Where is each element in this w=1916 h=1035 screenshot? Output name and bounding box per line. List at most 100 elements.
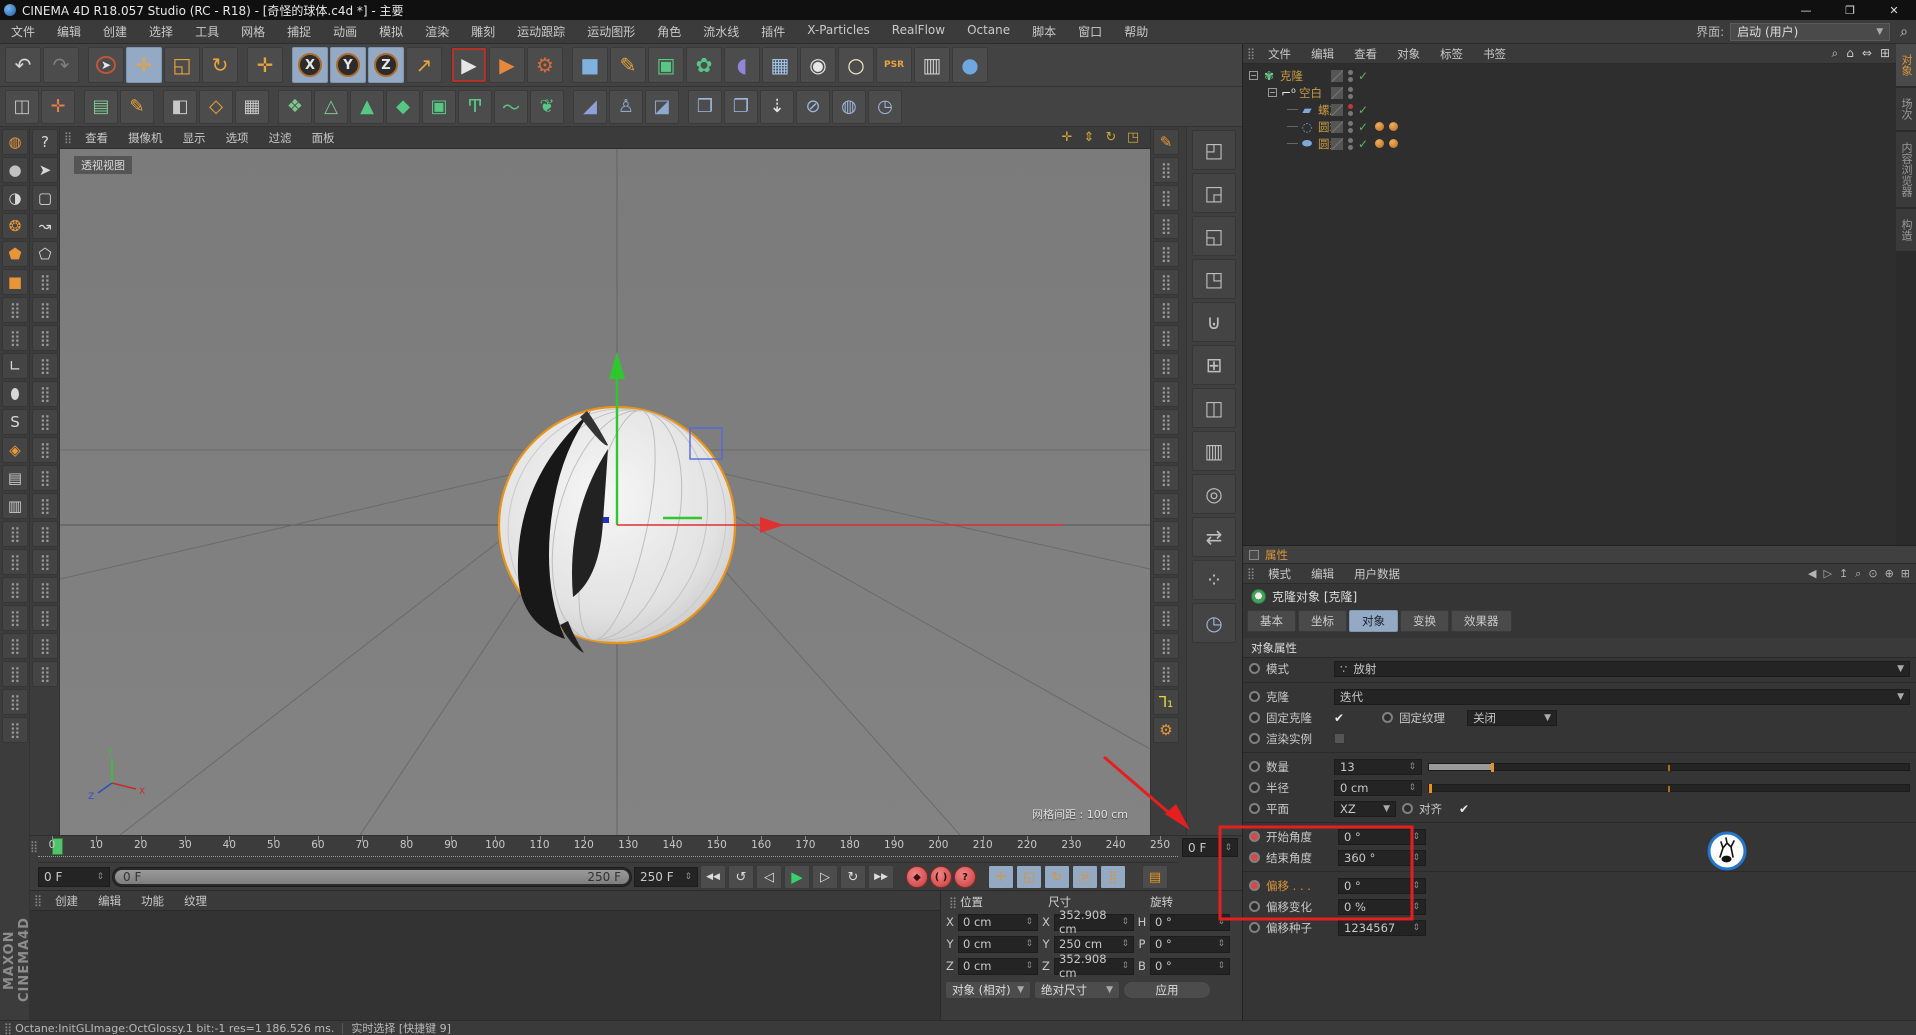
attr-tab-效果器[interactable]: 效果器 [1451,610,1512,632]
modeling-icon-2[interactable]: ✛ [41,89,75,124]
deformer-icon[interactable]: ◖ [724,47,760,83]
clone-anim-dot[interactable] [1249,691,1260,702]
object-row-克隆[interactable]: − ✾ 克隆 ✓ [1243,67,1896,84]
center-icon[interactable]: ◎ [1192,474,1236,514]
vp-maximize-icon[interactable]: ◳ [1124,130,1142,145]
modeling-icon-8[interactable]: ❖ [278,89,312,124]
object-row-圆盘[interactable]: ⬬ 圆盘 ✓ [1243,135,1896,152]
grid-icon-r2[interactable]: ⣿ [1153,185,1179,211]
start-angle-anim-dot[interactable] [1249,831,1260,842]
attr-back-icon[interactable]: ◀ [1808,567,1816,581]
menu-item-2[interactable]: 创建 [92,23,138,40]
pattern-icon-1[interactable]: ▤ [2,465,28,491]
size-y-field[interactable]: 250 cm ⇕ [1054,935,1134,953]
side-tab-1[interactable]: 场次 [1896,88,1916,132]
instance-icon[interactable]: ❐ [724,89,758,124]
apply-button[interactable]: 应用 [1123,981,1211,999]
ruler-frame-field[interactable]: 0 F ⇕ [1182,838,1238,857]
editor-visibility-dot[interactable] [1348,120,1353,126]
om-menu-3[interactable]: 对象 [1387,46,1430,62]
modeling-icon-12[interactable]: ▣ [422,89,456,124]
modeling-icon-15[interactable]: ❦ [530,89,564,124]
vp-rotate-icon[interactable]: ↻ [1102,130,1120,145]
modeling-icon-6[interactable]: ◇ [199,89,233,124]
pattern-icon-2[interactable]: ▥ [2,493,28,519]
menu-item-17[interactable]: RealFlow [881,23,956,40]
radius-anim-dot[interactable] [1249,782,1260,793]
grid-icon-r1[interactable]: ⣿ [1153,157,1179,183]
grid-icon-b3[interactable]: ⣿ [32,325,58,351]
editor-visibility-dot[interactable] [1348,137,1353,143]
grid-icon-a7[interactable]: ⣿ [2,633,28,659]
visibility-dots[interactable] [1348,69,1353,82]
restore-button[interactable]: ❐ [1828,4,1872,17]
menu-item-0[interactable]: 文件 [0,23,46,40]
snap-s-icon[interactable]: S [2,409,28,435]
grid-icon-r6[interactable]: ⣿ [1153,297,1179,323]
grid-icon-a6[interactable]: ⣿ [2,605,28,631]
rot-p-field[interactable]: 0 ° ⇕ [1150,935,1230,953]
grid-icon-r10[interactable]: ⣿ [1153,409,1179,435]
om-swap-icon[interactable]: ⇔ [1862,46,1872,61]
count-slider[interactable] [1428,762,1910,772]
expander-icon[interactable]: − [1249,71,1258,80]
menu-item-7[interactable]: 动画 [322,23,368,40]
modeling-icon-9[interactable]: △ [314,89,348,124]
grid-icon-b12[interactable]: ⣿ [32,577,58,603]
mirror-icon[interactable]: ◫ [1192,388,1236,428]
object-row-圆环[interactable]: ◌ 圆环 ✓ [1243,118,1896,135]
attr-menu-0[interactable]: 模式 [1258,566,1301,582]
axis-cube-icon-3[interactable]: ◱ [1192,216,1236,256]
play-loop-button[interactable]: ↻ [840,865,866,889]
polygon-icon[interactable]: ⬟ [2,241,28,267]
help-icon[interactable]: ? [32,129,58,155]
last-tool-icon[interactable]: ✛ [247,47,283,83]
timer-icon[interactable]: ◷ [868,89,902,124]
render-view-icon[interactable]: ▶ [451,47,487,83]
record-keyframe-button[interactable]: ◆ [906,866,928,888]
menubar-search-icon[interactable]: ⌕ [1896,24,1912,40]
count-anim-dot[interactable] [1249,761,1260,772]
enabled-checkmark-icon[interactable]: ✓ [1358,120,1370,134]
visibility-dots[interactable] [1348,120,1353,133]
modeling-icon-1[interactable]: ◫ [5,89,39,124]
enabled-checkmark-icon[interactable]: ✓ [1358,103,1370,117]
tracer-icon[interactable]: ⊘ [796,89,830,124]
camera-icon[interactable]: ◉ [800,47,836,83]
render-instance-checkbox[interactable] [1334,733,1345,744]
material-menu-0[interactable]: 创建 [45,893,88,909]
record-rotation-button[interactable]: ↻ [1044,865,1070,889]
gear-icon[interactable]: ⚙ [1153,717,1179,743]
grid-icon-r14[interactable]: ⣿ [1153,521,1179,547]
material-menu-1[interactable]: 编辑 [88,893,131,909]
grid-icon-b7[interactable]: ⣿ [32,437,58,463]
grid-icon-r17[interactable]: ⣿ [1153,605,1179,631]
grid-icon-r12[interactable]: ⣿ [1153,465,1179,491]
fix-clone-anim-dot[interactable] [1249,712,1260,723]
cube-icon[interactable]: ■ [2,269,28,295]
close-button[interactable]: ✕ [1872,4,1916,17]
grid-icon-a3[interactable]: ⣿ [2,521,28,547]
attr-up-icon[interactable]: ↥ [1839,567,1848,581]
grid-icon-b8[interactable]: ⣿ [32,465,58,491]
menu-item-16[interactable]: X-Particles [796,23,881,40]
rect-select-icon[interactable]: ▢ [32,185,58,211]
array-icon[interactable]: ❒ [688,89,722,124]
om-menu-0[interactable]: 文件 [1258,46,1301,62]
menu-item-11[interactable]: 运动跟踪 [506,23,576,40]
rotate-tool-icon[interactable]: ↻ [202,47,238,83]
align-checkbox[interactable]: ✔ [1459,802,1469,816]
grid-icon-r9[interactable]: ⣿ [1153,381,1179,407]
attr-menu-2[interactable]: 用户数据 [1344,566,1410,582]
grid-icon-b11[interactable]: ⣿ [32,549,58,575]
offset-variation-anim-dot[interactable] [1249,901,1260,912]
tag-icon[interactable] [1375,139,1384,148]
interface-dropdown[interactable]: 启动 (用户) ▼ [1730,22,1891,41]
fix-texture-dropdown[interactable]: 关闭 ▼ [1467,709,1558,726]
object-manager-grip[interactable]: ⣿ [1243,47,1258,60]
menu-item-8[interactable]: 模拟 [368,23,414,40]
arrange-icon[interactable]: ▥ [1192,431,1236,471]
menu-item-19[interactable]: 脚本 [1021,23,1067,40]
redo-icon[interactable]: ↷ [43,47,79,83]
modeling-icon-14[interactable]: 〜 [494,89,528,124]
